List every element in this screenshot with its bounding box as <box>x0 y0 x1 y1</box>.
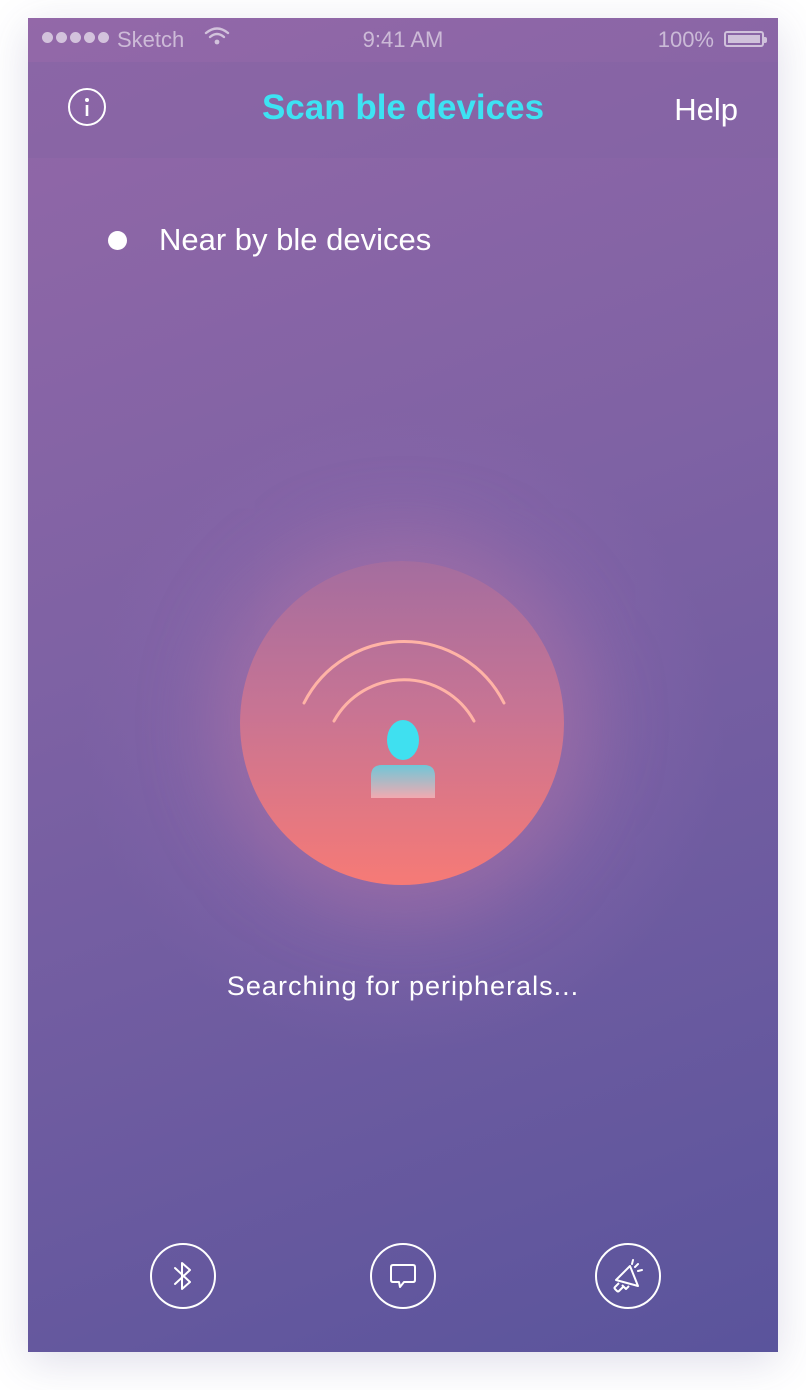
bluetooth-icon <box>174 1262 191 1290</box>
user-icon <box>371 720 435 798</box>
announce-button[interactable] <box>595 1243 661 1309</box>
searching-status: Searching for peripherals... <box>226 971 580 1001</box>
page-title: Scan ble devices <box>261 88 545 127</box>
chat-icon <box>390 1264 416 1288</box>
nearby-devices-header: Near by ble devices <box>108 222 431 258</box>
status-bar: Sketch 9:41 AM 100% <box>28 18 778 62</box>
bullet-dot <box>108 230 127 250</box>
battery-percent: 100% <box>657 27 714 52</box>
section-label: Near by ble devices <box>159 222 432 257</box>
phone-screen: Sketch 9:41 AM 100% Scan ble devices Hel… <box>28 18 778 1352</box>
bluetooth-button[interactable] <box>150 1243 216 1309</box>
help-button[interactable]: Help <box>674 92 738 128</box>
battery-icon <box>724 31 767 47</box>
navigation-bar: Scan ble devices Help <box>28 62 778 158</box>
chat-button[interactable] <box>370 1243 436 1309</box>
megaphone-icon <box>613 1259 643 1293</box>
